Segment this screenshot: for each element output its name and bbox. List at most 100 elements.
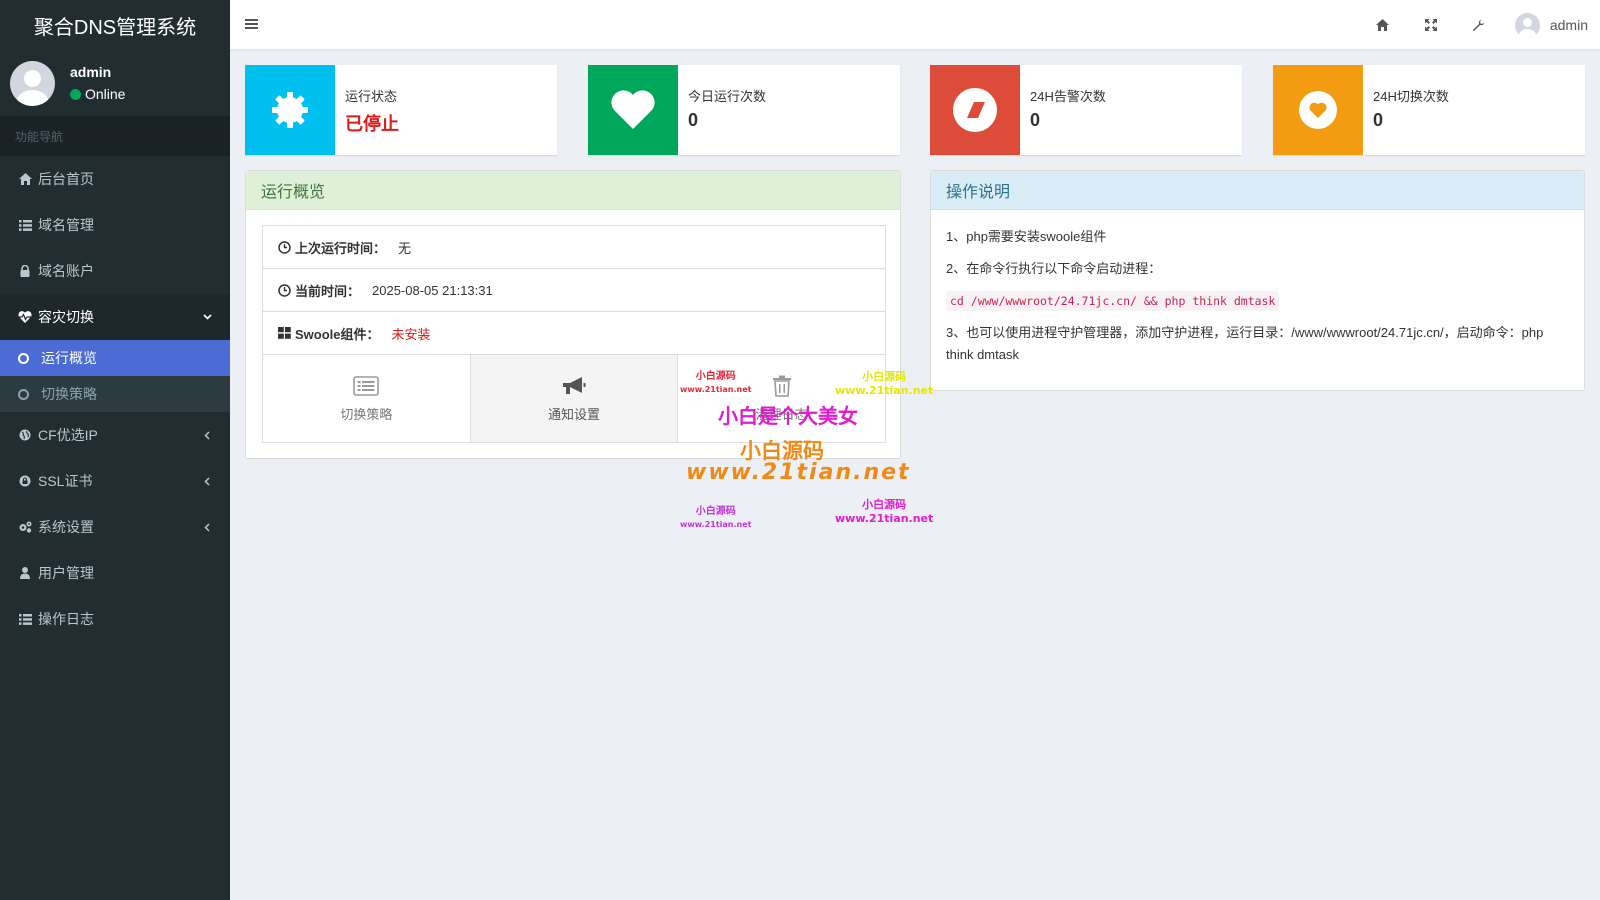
bullhorn-icon [561,374,587,398]
heart-icon [611,90,655,129]
heart-circle-icon [1299,91,1337,129]
chevron-left-icon [202,430,212,440]
stat-icon-box [930,65,1020,155]
stat-run-status: 运行状态 已停止 [245,65,557,155]
watermark-small: 小白源码 www.21tian.net [835,498,933,526]
last-run-value: 无 [398,240,412,256]
button-label: 切换策略 [340,407,393,422]
top-header: admin [230,0,1600,50]
command-code: cd /www/wwwroot/24.71jc.cn/ && php think… [946,291,1280,311]
watermark-url: www.21tian.net [835,384,934,397]
online-status-icon [70,88,81,100]
notification-settings-button[interactable]: 通知设置 [470,355,679,442]
sidebar-item-label: SSL证书 [38,473,93,489]
list-icon [18,612,32,626]
sidebar-item-label: 操作日志 [38,611,94,627]
nav-header: 功能导航 [0,116,230,156]
heartbeat-icon [18,310,32,324]
swoole-key: Swoole组件： [295,326,380,342]
sidebar-subitem-label: 切换策略 [41,386,97,402]
gear-icon [272,92,308,128]
sidebar-item-label: 域名账户 [38,263,94,279]
stat-label: 24H切换次数 [1373,89,1449,104]
sidebar-item-users[interactable]: 用户管理 [0,550,230,596]
watermark-small: 小白源码 www.21tian.net [680,370,751,396]
list-item: 当前时间： 2025-08-05 21:13:31 [263,269,885,312]
failover-submenu: 运行概览 切换策略 [0,340,230,412]
user-panel: admin Online [0,50,230,116]
avatar [10,60,55,106]
instruction-step-1: 1、php需要安装swoole组件 [946,229,1107,244]
sidebar: 聚合DNS管理系统 admin Online 功能导航 后台首页 域名管理 域名… [0,0,230,900]
stat-label: 24H告警次数 [1030,89,1106,104]
sidebar-subitem-label: 运行概览 [41,350,97,366]
sidebar-item-domain-accounts[interactable]: 域名账户 [0,248,230,294]
list-icon [18,218,32,232]
circle-icon [18,388,29,400]
lock-icon [18,474,32,488]
sidebar-item-system-settings[interactable]: 系统设置 [0,504,230,550]
sidebar-item-home[interactable]: 后台首页 [0,156,230,202]
stat-value: 0 [1030,110,1041,130]
stat-icon-box [1273,65,1363,155]
sidebar-item-label: 容灾切换 [38,309,94,325]
watermark-cn: 小白源码 [695,371,736,382]
list-alt-icon [353,374,380,398]
stat-24h-switches: 24H切换次数 0 [1273,65,1585,155]
switch-strategy-button[interactable]: 切换策略 [263,355,471,442]
sidebar-subitem-overview[interactable]: 运行概览 [0,340,230,376]
sidebar-item-ssl[interactable]: SSL证书 [0,458,230,504]
app-logo[interactable]: 聚合DNS管理系统 [0,0,230,50]
sidebar-item-label: 后台首页 [38,171,94,187]
watermark-big-url: www.21tian.net [686,460,911,485]
chevron-down-icon [202,312,212,322]
instruction-step-2: 2、在命令行执行以下命令启动进程： [946,261,1162,276]
user-menu[interactable]: admin [1514,12,1588,38]
header-username: admin [1549,17,1588,33]
sidebar-item-domains[interactable]: 域名管理 [0,202,230,248]
fullscreen-icon[interactable] [1424,18,1438,32]
globe-icon [18,428,32,442]
panel-title: 运行概览 [246,171,900,210]
watermark-cn: 小白源码 [862,370,907,383]
stat-value: 0 [1373,110,1384,130]
stat-label: 运行状态 [345,89,398,104]
stat-today-runs: 今日运行次数 0 [588,65,900,155]
sidebar-toggle-icon[interactable] [245,17,259,31]
sidebar-item-label: CF优选IP [38,427,98,443]
trash-icon [769,374,795,398]
th-large-icon [278,326,291,340]
watermark-small: 小白源码 www.21tian.net [680,505,751,531]
current-time-value: 2025-08-05 21:13:31 [372,282,493,298]
user-status-label: Online [85,86,126,102]
sidebar-item-operation-logs[interactable]: 操作日志 [0,596,230,642]
user-name: admin [70,64,112,80]
eraser-icon [953,88,997,132]
sidebar-subitem-switch-strategy[interactable]: 切换策略 [0,376,230,412]
circle-icon [18,352,29,364]
user-icon [18,566,32,580]
chevron-left-icon [202,522,212,532]
lock-icon [18,264,32,278]
instruction-step-3: 3、也可以使用进程守护管理器，添加守护进程，运行目录：/www/wwwroot/… [946,325,1544,362]
watermark-cn: 小白源码 [862,498,907,511]
watermark-url: www.21tian.net [680,385,752,394]
home-icon [18,172,32,186]
sidebar-item-cf-ip[interactable]: CF优选IP [0,412,230,458]
stat-value: 已停止 [345,114,399,134]
button-label: 通知设置 [548,407,601,422]
instructions-panel: 操作说明 1、php需要安装swoole组件 2、在命令行执行以下命令启动进程：… [930,170,1585,391]
watermark-url: www.21tian.net [835,512,934,525]
gears-icon [18,520,32,534]
sidebar-item-failover[interactable]: 容灾切换 [0,294,230,340]
list-item: Swoole组件： 未安装 [263,312,885,355]
clock-icon [278,283,291,297]
sidebar-item-label: 用户管理 [38,565,94,581]
current-time-key: 当前时间： [295,283,361,299]
watermark-small: 小白源码 www.21tian.net [835,370,933,398]
wrench-icon[interactable] [1472,18,1486,32]
stat-icon-box [588,65,678,155]
panel-title: 操作说明 [931,171,1584,210]
home-icon[interactable] [1376,18,1390,32]
sidebar-item-label: 系统设置 [38,519,94,535]
